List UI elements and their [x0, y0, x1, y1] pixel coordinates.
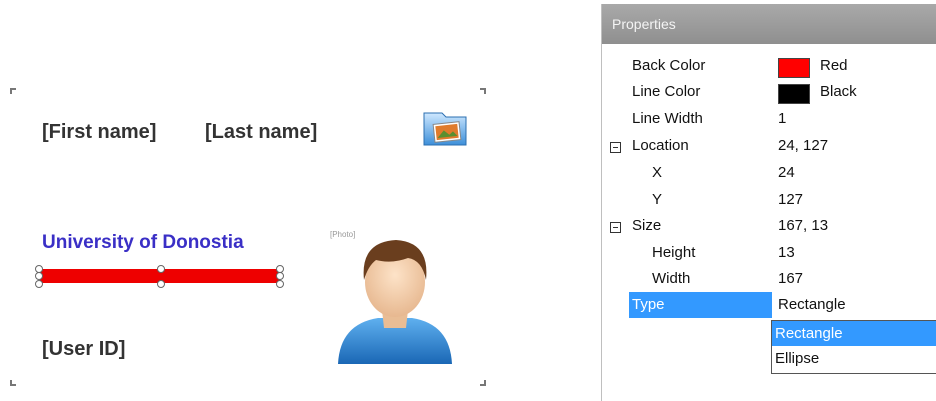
resize-handle[interactable] [276, 280, 284, 288]
canvas-corner-mark [10, 88, 16, 94]
selected-rectangle-shape[interactable] [35, 265, 284, 288]
property-row-type[interactable]: Type Rectangle [602, 292, 936, 318]
resize-handle[interactable] [35, 272, 43, 280]
panel-title: Properties [602, 4, 936, 44]
color-swatch [778, 58, 810, 78]
property-value: 24, 127 [778, 137, 829, 154]
property-name: Line Color [632, 83, 701, 100]
property-row-y[interactable]: Y 127 [602, 188, 936, 214]
canvas-corner-mark [480, 88, 486, 94]
property-value: 13 [778, 244, 795, 261]
property-value: 24 [778, 164, 795, 181]
photo-placeholder-label: [Photo] [330, 230, 356, 239]
property-row-x[interactable]: X 24 [602, 161, 936, 187]
dropdown-option-ellipse[interactable]: Ellipse [772, 346, 936, 371]
user-id-field[interactable]: [User ID] [42, 338, 125, 361]
resize-handle[interactable] [276, 272, 284, 280]
property-name: Type [629, 292, 772, 318]
property-row-size[interactable]: Size 167, 13 [602, 214, 936, 240]
property-value: 167 [778, 270, 804, 287]
property-name: Back Color [632, 57, 706, 74]
property-name: Size [632, 217, 662, 234]
property-name: Line Width [632, 110, 703, 127]
property-value: Black [820, 83, 857, 100]
collapse-icon[interactable] [610, 222, 621, 233]
property-value: 167, 13 [778, 217, 829, 234]
resize-handle[interactable] [157, 265, 165, 273]
university-label[interactable]: University of Donostia [42, 232, 244, 254]
property-row-line-width[interactable]: Line Width 1 [602, 107, 936, 133]
dropdown-option-rectangle[interactable]: Rectangle [772, 321, 936, 346]
resize-handle[interactable] [35, 280, 43, 288]
property-name: X [652, 164, 663, 181]
property-row-height[interactable]: Height 13 [602, 241, 936, 267]
card-design-canvas[interactable]: [First name] [Last name] University of D… [0, 0, 600, 401]
color-swatch [778, 84, 810, 104]
property-row-width[interactable]: Width 167 [602, 267, 936, 293]
property-value: Red [820, 57, 848, 74]
property-value: 127 [778, 191, 804, 208]
collapse-icon[interactable] [610, 142, 621, 153]
last-name-field[interactable]: [Last name] [205, 121, 317, 144]
property-name: Width [652, 270, 691, 287]
user-avatar-icon[interactable] [330, 224, 460, 370]
first-name-field[interactable]: [First name] [42, 121, 156, 144]
property-name: Y [652, 191, 663, 208]
property-name: Location [632, 137, 689, 154]
property-row-line-color[interactable]: Line Color Black [602, 80, 936, 106]
property-row-location[interactable]: Location 24, 127 [602, 134, 936, 160]
property-name: Height [652, 244, 696, 261]
property-value: 1 [778, 110, 787, 127]
resize-handle[interactable] [157, 280, 165, 288]
canvas-corner-mark [480, 380, 486, 386]
type-dropdown-list[interactable]: Rectangle Ellipse [771, 320, 936, 374]
property-row-back-color[interactable]: Back Color Red [602, 54, 936, 80]
canvas-corner-mark [10, 380, 16, 386]
image-file-icon[interactable] [420, 107, 470, 149]
type-select[interactable]: Rectangle [778, 292, 936, 318]
